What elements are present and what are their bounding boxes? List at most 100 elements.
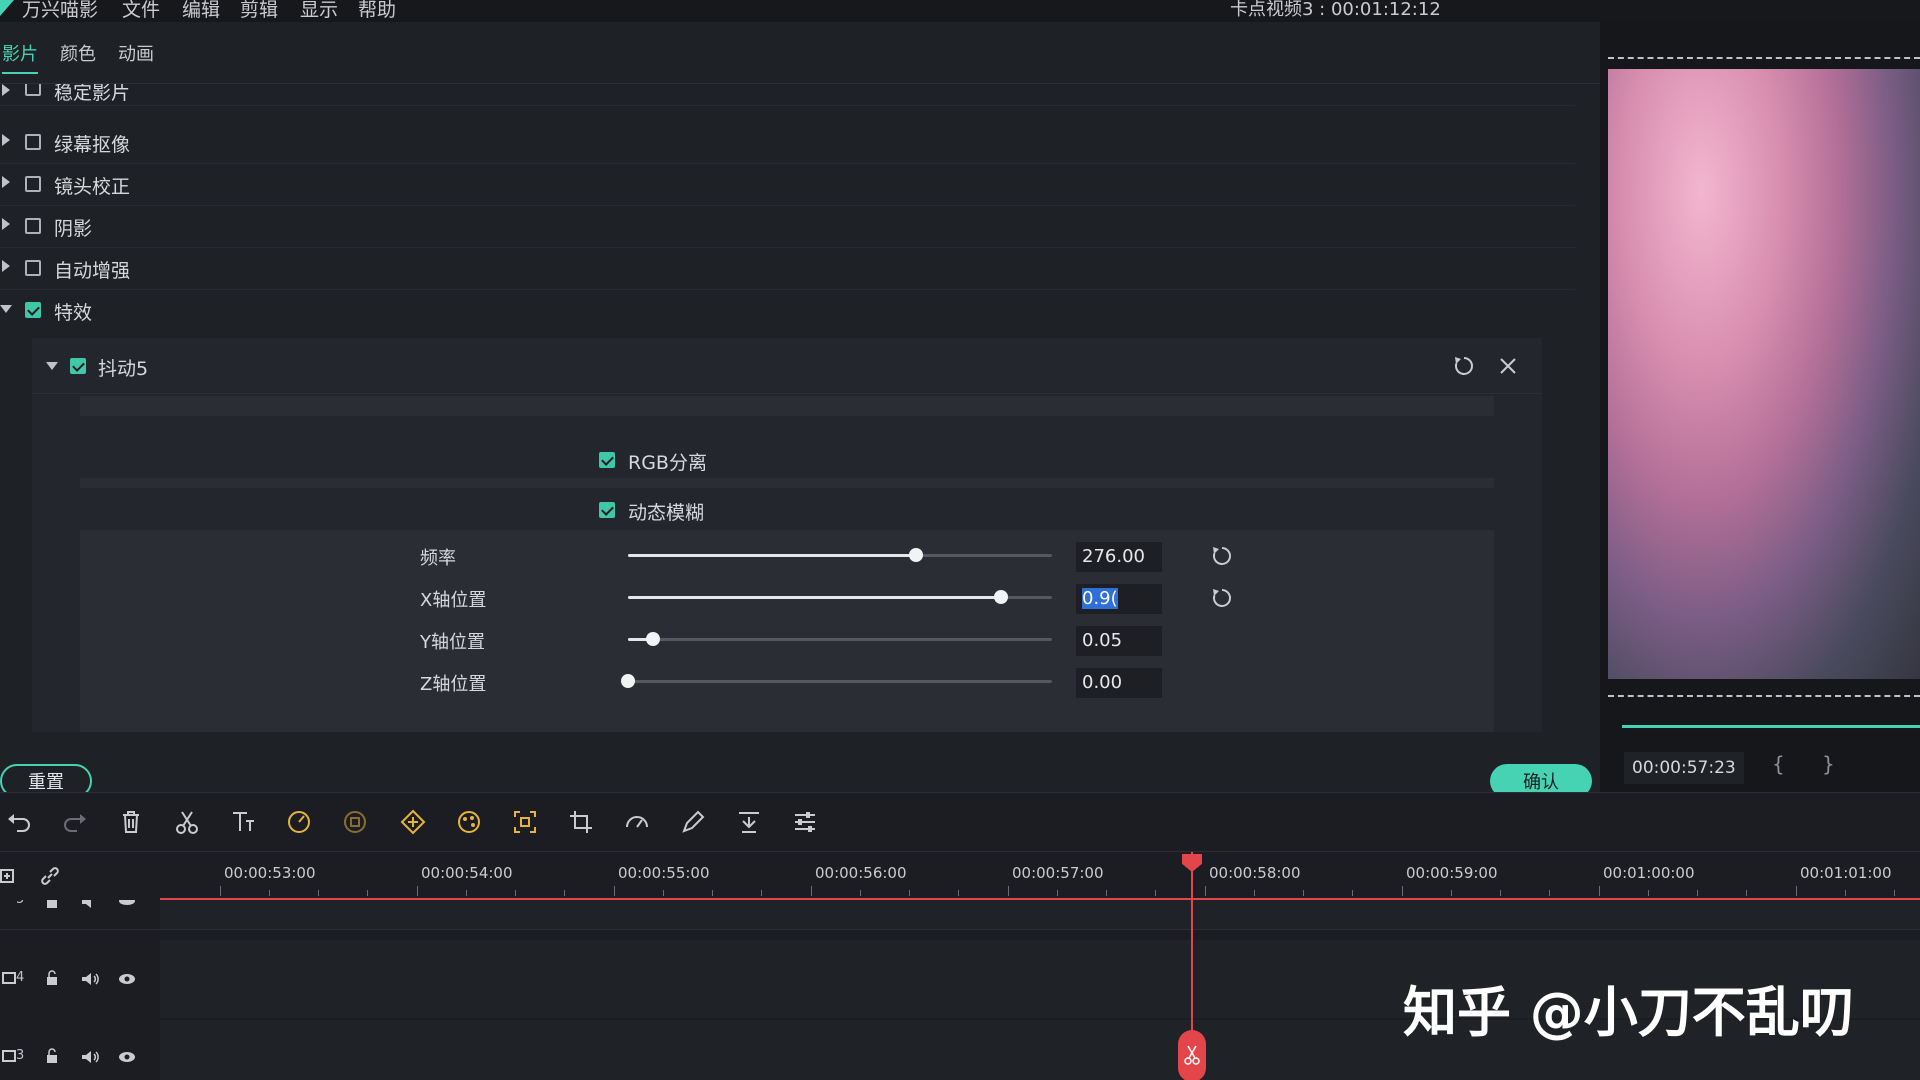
expand-arrow-icon[interactable] [2,218,10,230]
x-position-slider[interactable] [628,590,1052,604]
frequency-slider[interactable] [628,548,1052,562]
freeze-icon[interactable] [340,807,370,837]
collapse-arrow-icon[interactable] [0,305,12,313]
ruler-tick [1746,890,1747,896]
preview-video[interactable] [1608,69,1920,679]
ruler-tick [811,886,812,896]
param-label-x-position: X轴位置 [420,590,487,611]
menu-help[interactable]: 帮助 [358,0,396,22]
lock-icon[interactable] [46,970,58,986]
ruler-tick [515,890,516,896]
slider-knob[interactable] [994,590,1009,604]
pen-icon[interactable] [678,807,708,837]
mark-out-button[interactable]: } [1822,752,1835,776]
motion-blur-label: 动态模糊 [628,502,705,524]
undo-icon[interactable] [4,807,34,837]
ruler-tick [1549,890,1550,896]
menu-clip[interactable]: 剪辑 [240,0,278,22]
section-chroma-key[interactable]: 绿幕抠像 [0,122,1575,164]
auto-enhance-checkbox[interactable] [25,260,41,276]
eye-icon[interactable] [118,900,136,906]
speaker-icon[interactable] [82,1050,100,1064]
ruler-tick [958,890,959,896]
preview-progress-bar[interactable] [1622,725,1920,728]
lens-correction-checkbox[interactable] [25,176,41,192]
ruler-tick-label: 00:01:01:00 [1800,864,1892,882]
menu-file[interactable]: 文件 [122,0,160,22]
ruler-tick [1155,890,1156,896]
tab-color[interactable]: 颜色 [60,40,96,66]
delete-icon[interactable] [116,807,146,837]
split-button[interactable] [1178,1030,1206,1080]
preview-panel: 00:00:57:23 { } [1600,22,1920,792]
eye-icon[interactable] [118,973,136,985]
z-position-slider[interactable] [621,674,1052,688]
tab-animation[interactable]: 动画 [118,40,154,66]
section-auto-enhance[interactable]: 自动增强 [0,248,1575,290]
y-position-value-input[interactable]: 0.05 [1076,626,1162,656]
reset-icon[interactable] [1452,354,1476,378]
collapse-arrow-icon[interactable] [46,362,58,370]
x-position-value-input[interactable]: 0.9( [1076,584,1162,614]
z-position-value-input[interactable]: 0.00 [1076,668,1162,698]
eye-icon[interactable] [118,1051,136,1063]
track-header: 3 [0,1020,160,1080]
ruler-tick [712,890,713,896]
ruler-tick-label: 00:00:58:00 [1209,864,1301,882]
ruler-tick [909,890,910,896]
ruler-tick [1303,890,1304,896]
speed-icon[interactable] [284,807,314,837]
effect-enabled-checkbox[interactable] [70,358,86,374]
expand-arrow-icon[interactable] [2,134,10,146]
section-shadow[interactable]: 阴影 [0,206,1575,248]
expand-arrow-icon[interactable] [2,84,10,96]
shadow-checkbox[interactable] [25,218,41,234]
ruler-tick [1402,886,1403,896]
properties-panel: 影片 颜色 动画 稳定影片 绿幕抠像 镜头校正 阴影 自动增强 特效 抖动5 R… [0,22,1600,798]
stabilize-checkbox[interactable] [25,84,41,96]
color-icon[interactable] [454,807,484,837]
speaker-icon[interactable] [82,972,100,986]
speedometer-icon[interactable] [622,807,652,837]
cut-icon[interactable] [172,807,202,837]
crop-icon[interactable] [566,807,596,837]
redo-icon[interactable] [60,807,90,837]
reset-icon[interactable] [1210,544,1234,568]
preview-timecode: 00:00:57:23 [1624,752,1744,784]
keyframe-icon[interactable] [398,807,428,837]
section-lens-correction[interactable]: 镜头校正 [0,164,1575,206]
audio-icon[interactable] [734,807,764,837]
effects-checkbox[interactable] [25,302,41,318]
zoom-icon[interactable] [510,807,540,837]
lock-icon[interactable] [46,900,58,908]
menu-edit[interactable]: 编辑 [182,0,220,22]
add-track-icon[interactable] [0,866,18,884]
expand-arrow-icon[interactable] [2,176,10,188]
slider-knob[interactable] [909,548,924,562]
lock-icon[interactable] [46,1048,58,1064]
y-position-slider[interactable] [628,632,1052,646]
text-icon[interactable] [228,807,258,837]
settings-icon[interactable] [790,807,820,837]
reset-icon[interactable] [1210,586,1234,610]
section-stabilize[interactable]: 稳定影片 [0,84,1575,106]
frequency-value-input[interactable]: 276.00 [1076,542,1162,572]
slider-knob[interactable] [646,632,661,646]
chroma-key-checkbox[interactable] [25,134,41,150]
property-tabs: 影片 颜色 动画 [0,22,1600,84]
ruler-tick [1845,890,1846,896]
timeline-ruler[interactable]: 00:00:53:00 00:00:54:00 00:00:55:00 00:0… [160,852,1920,900]
track-content[interactable] [160,900,1920,929]
slider-knob[interactable] [621,674,635,688]
close-icon[interactable] [1498,356,1518,376]
expand-arrow-icon[interactable] [2,260,10,272]
link-icon[interactable] [40,866,60,886]
section-effects[interactable]: 特效 [0,290,1575,332]
window-title: 卡点视频3 : 00:01:12:12 [1230,0,1441,20]
mark-in-button[interactable]: { [1772,752,1785,776]
motion-blur-checkbox[interactable] [599,502,615,518]
speaker-icon[interactable] [82,900,98,908]
rgb-split-checkbox[interactable] [599,452,615,468]
menu-view[interactable]: 显示 [300,0,338,22]
tab-video[interactable]: 影片 [2,40,38,74]
